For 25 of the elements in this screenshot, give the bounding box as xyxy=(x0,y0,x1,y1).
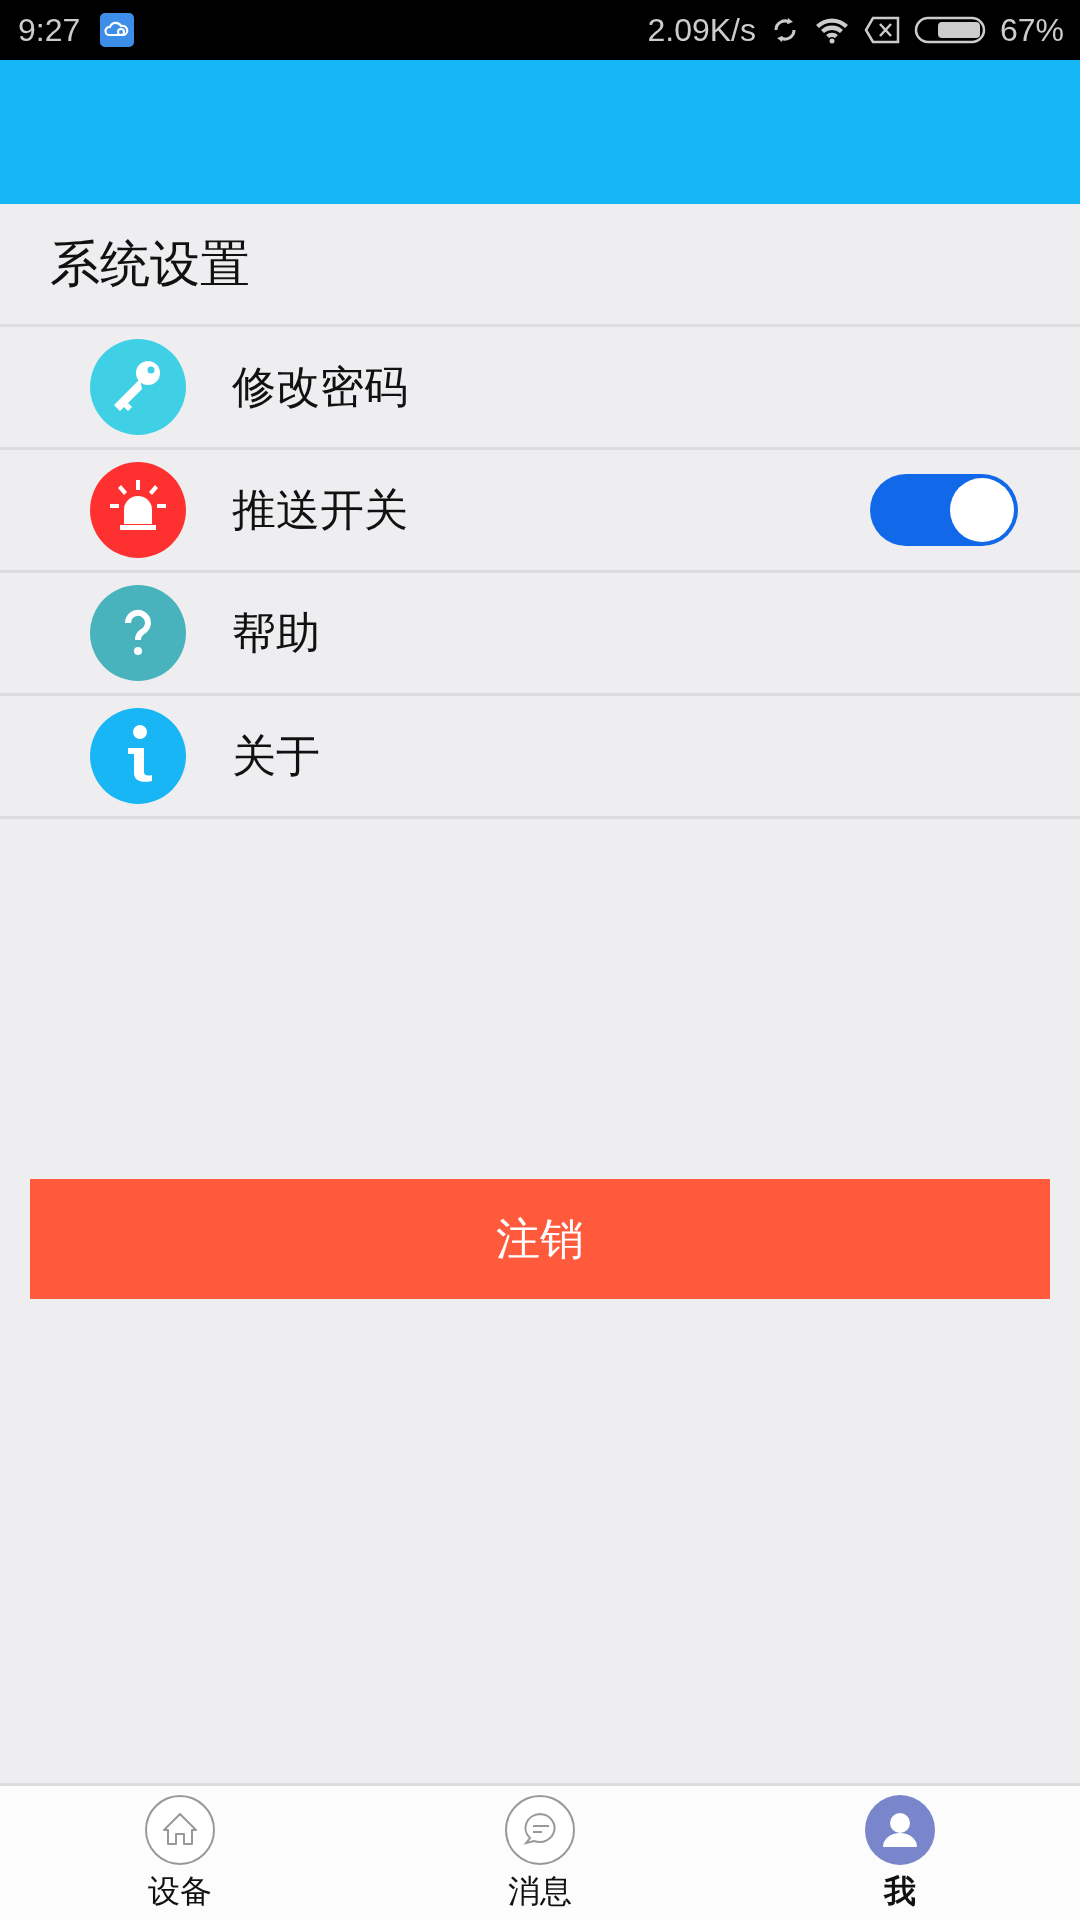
settings-row[interactable]: 修改密码 xyxy=(0,327,1080,450)
settings-row[interactable]: 推送开关 xyxy=(0,450,1080,573)
battery-icon xyxy=(913,16,986,44)
network-speed-text: 2.09K/s xyxy=(647,11,756,49)
home-icon xyxy=(144,1794,216,1866)
row-label: 关于 xyxy=(232,728,321,783)
chat-bubble-icon xyxy=(504,1794,576,1866)
siren-icon xyxy=(90,462,186,558)
question-mark-icon xyxy=(90,585,186,681)
nav-tab[interactable]: 我 xyxy=(720,1786,1080,1920)
settings-row[interactable]: 帮助 xyxy=(0,573,1080,696)
section-title: 系统设置 xyxy=(50,233,250,295)
no-sim-icon xyxy=(863,16,900,44)
info-icon xyxy=(90,708,186,804)
row-label: 推送开关 xyxy=(232,482,409,537)
clock-text: 9:27 xyxy=(18,11,81,49)
row-label: 帮助 xyxy=(232,605,321,660)
nav-tab[interactable]: 设备 xyxy=(0,1786,360,1920)
battery-percent-text: 67% xyxy=(999,11,1064,49)
settings-row[interactable]: 关于 xyxy=(0,696,1080,819)
cloud-icon xyxy=(100,13,135,47)
nav-tab[interactable]: 消息 xyxy=(360,1786,720,1920)
user-icon xyxy=(864,1794,936,1866)
row-label: 修改密码 xyxy=(232,359,409,414)
key-icon xyxy=(90,339,186,435)
